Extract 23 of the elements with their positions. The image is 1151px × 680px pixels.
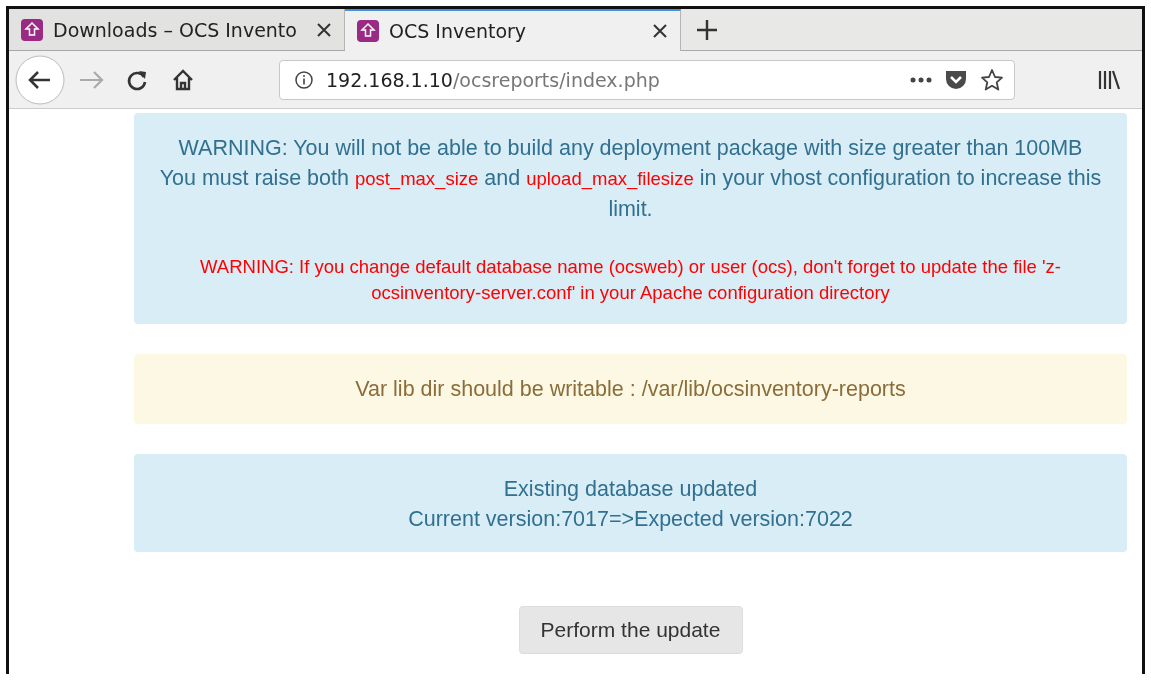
alert-message: Current version:7017=>Expected version:7022 (407, 506, 854, 533)
close-icon[interactable] (316, 21, 332, 38)
alert-message: WARNING: You will not be able to build any deployment package with size greater than 100MB (177, 135, 1084, 162)
warning-message: WARNING: If you change default database name (ocsweb) or user (ocs), don't forget to update the file 'z-ocsinventory-server.conf' in your Apache configuration directory (199, 255, 1062, 305)
perform-update-button[interactable]: Perform the update (518, 606, 743, 654)
alert-message: You must raise both post_max_size and upload_max_filesize in your vhost configuration to increase this limit. (158, 165, 1103, 223)
tab-title: OCS Inventory (389, 20, 528, 42)
alert-message: Var lib dir should be writable : /var/lib/ocsinventory-reports (354, 376, 907, 403)
app-favicon-icon (357, 20, 379, 42)
back-icon[interactable] (15, 54, 65, 105)
home-icon[interactable] (171, 67, 195, 92)
library-icon[interactable] (1097, 68, 1121, 91)
info-icon[interactable] (294, 69, 314, 90)
pocket-icon[interactable] (944, 68, 968, 91)
new-tab-icon[interactable] (697, 20, 717, 40)
alert-message: Existing database updated (502, 476, 759, 503)
close-icon[interactable] (652, 23, 668, 39)
tab-title: Downloads – OCS Invento (53, 18, 298, 41)
browser-tab[interactable]: OCS Inventory (345, 9, 681, 51)
app-favicon-icon (21, 18, 43, 41)
more-icon[interactable] (910, 76, 932, 83)
star-icon[interactable] (980, 67, 1004, 92)
browser-tab[interactable]: Downloads – OCS Invento (9, 9, 345, 50)
